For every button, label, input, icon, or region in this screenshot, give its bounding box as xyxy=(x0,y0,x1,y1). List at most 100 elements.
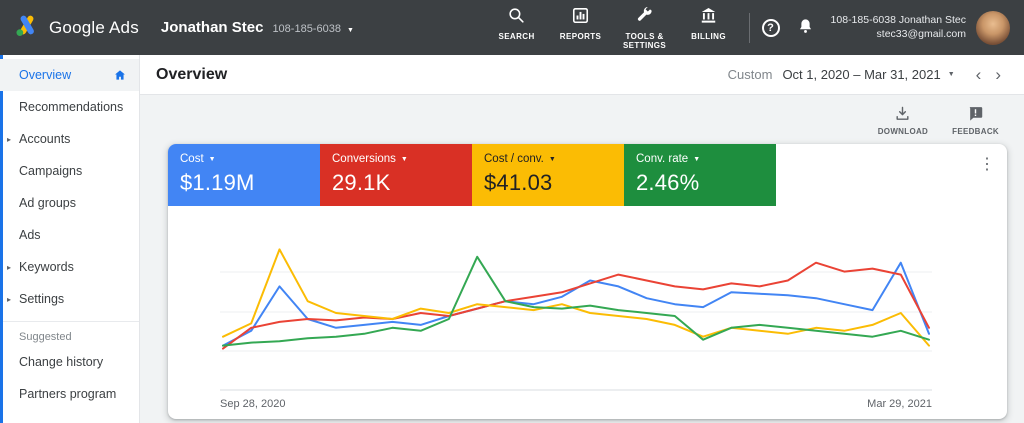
topnav: SEARCH REPORTS TOOLS & SETTINGS BILLING xyxy=(489,4,737,52)
chevron-down-icon: ▼ xyxy=(401,156,408,163)
sidebar-item-partners-program[interactable]: Partners program xyxy=(0,378,139,410)
search-label: SEARCH xyxy=(498,32,534,41)
google-ads-home-link[interactable]: Google Ads xyxy=(14,12,139,43)
scorecard-label: Cost xyxy=(180,153,204,165)
profile-email: stec33@gmail.com xyxy=(831,28,966,42)
expand-arrow-icon: ▸ xyxy=(7,263,11,272)
x-axis-start-label: Sep 28, 2020 xyxy=(220,398,285,410)
sidebar: Overview Recommendations ▸ Accounts Camp… xyxy=(0,55,140,423)
scorecard-cost[interactable]: Cost ▼ $1.19M xyxy=(168,144,320,206)
expand-arrow-icon: ▸ xyxy=(7,295,11,304)
billing-label: BILLING xyxy=(691,32,726,41)
expand-arrow-icon: ▸ xyxy=(7,135,11,144)
date-range-value: Oct 1, 2020 – Mar 31, 2021 xyxy=(782,67,940,82)
sidebar-item-settings[interactable]: ▸ Settings xyxy=(0,283,139,315)
profile-account-line: 108-185-6038 Jonathan Stec xyxy=(831,14,966,28)
main: Overview Custom Oct 1, 2020 – Mar 31, 20… xyxy=(140,55,1024,423)
download-label: DOWNLOAD xyxy=(878,127,928,136)
chevron-down-icon: ▼ xyxy=(209,156,216,163)
bell-icon xyxy=(796,24,815,39)
chevron-down-icon: ▼ xyxy=(693,156,700,163)
profile-info: 108-185-6038 Jonathan Stec stec33@gmail.… xyxy=(831,14,966,41)
chevron-down-icon: ▼ xyxy=(948,71,955,78)
sidebar-item-label: Ad groups xyxy=(19,196,76,210)
sidebar-item-keywords[interactable]: ▸ Keywords xyxy=(0,251,139,283)
x-axis-labels: Sep 28, 2020 Mar 29, 2021 xyxy=(220,398,932,410)
range-type-label: Custom xyxy=(728,67,773,82)
feedback-label: FEEDBACK xyxy=(952,127,999,136)
reports-label: REPORTS xyxy=(560,32,601,41)
scorecard-cost-per-conv[interactable]: Cost / conv. ▼ $41.03 xyxy=(472,144,624,206)
date-range-controls: Custom Oct 1, 2020 – Mar 31, 2021 ▼ ‹ › xyxy=(728,66,1008,83)
google-ads-app: Google Ads Jonathan Stec 108-185-6038 ▼ … xyxy=(0,0,1024,423)
feedback-icon xyxy=(967,105,984,124)
overview-card: Cost ▼ $1.19M Conversions ▼ 29.1K xyxy=(168,144,1007,419)
scorecard-label: Cost / conv. xyxy=(484,153,544,165)
search-button[interactable]: SEARCH xyxy=(489,4,545,43)
scorecard-label: Conversions xyxy=(332,153,396,165)
scorecard-conv-rate[interactable]: Conv. rate ▼ 2.46% xyxy=(624,144,776,206)
page-title: Overview xyxy=(156,66,227,84)
topbar-divider xyxy=(749,13,750,43)
scorecard-metric-selector[interactable]: Conv. rate ▼ xyxy=(636,153,764,165)
account-id: 108-185-6038 xyxy=(272,23,341,35)
tools-settings-label: TOOLS & SETTINGS xyxy=(617,32,673,50)
brand-name: Google Ads xyxy=(49,18,139,38)
sidebar-item-label: Accounts xyxy=(19,132,70,146)
scorecard-metric-selector[interactable]: Cost / conv. ▼ xyxy=(484,153,612,165)
date-range-picker[interactable]: Oct 1, 2020 – Mar 31, 2021 ▼ xyxy=(782,67,968,82)
sidebar-item-label: Keywords xyxy=(19,260,74,274)
feedback-button[interactable]: FEEDBACK xyxy=(952,105,999,136)
home-icon xyxy=(113,68,127,82)
card-options-kebab-icon[interactable]: ⋮ xyxy=(979,154,995,174)
page-header: Overview Custom Oct 1, 2020 – Mar 31, 20… xyxy=(140,55,1024,95)
scorecard-value: 29.1K xyxy=(332,170,460,196)
sidebar-item-recommendations[interactable]: Recommendations xyxy=(0,91,139,123)
sidebar-item-label: Recommendations xyxy=(19,100,123,114)
chart-line-conv-rate xyxy=(223,257,929,346)
tools-settings-button[interactable]: TOOLS & SETTINGS xyxy=(617,4,673,52)
sidebar-item-overview[interactable]: Overview xyxy=(0,59,139,91)
reports-icon xyxy=(571,6,590,28)
suggested-section-label: Suggested xyxy=(0,321,139,346)
scorecards-row: Cost ▼ $1.19M Conversions ▼ 29.1K xyxy=(168,144,1007,206)
chart-canvas xyxy=(220,232,932,394)
download-button[interactable]: DOWNLOAD xyxy=(878,105,928,136)
scorecard-value: $41.03 xyxy=(484,170,612,196)
scorecard-value: 2.46% xyxy=(636,170,764,196)
account-name: Jonathan Stec xyxy=(161,19,264,36)
scorecard-value: $1.19M xyxy=(180,170,308,196)
reports-button[interactable]: REPORTS xyxy=(553,4,609,43)
topbar: Google Ads Jonathan Stec 108-185-6038 ▼ … xyxy=(0,0,1024,55)
google-ads-logo-icon xyxy=(14,12,40,43)
chevron-down-icon: ▼ xyxy=(347,27,354,34)
scorecard-metric-selector[interactable]: Conversions ▼ xyxy=(332,153,460,165)
scorecard-metric-selector[interactable]: Cost ▼ xyxy=(180,153,308,165)
download-icon xyxy=(894,105,911,124)
search-icon xyxy=(507,6,526,28)
shell: Overview Recommendations ▸ Accounts Camp… xyxy=(0,55,1024,423)
chart-line-conversions xyxy=(223,263,929,349)
sidebar-item-ad-groups[interactable]: Ad groups xyxy=(0,187,139,219)
sidebar-item-accounts[interactable]: ▸ Accounts xyxy=(0,123,139,155)
next-period-button[interactable]: › xyxy=(988,66,1008,83)
scorecard-label: Conv. rate xyxy=(636,153,688,165)
scorecard-conversions[interactable]: Conversions ▼ 29.1K xyxy=(320,144,472,206)
sidebar-item-change-history[interactable]: Change history xyxy=(0,346,139,378)
sidebar-item-campaigns[interactable]: Campaigns xyxy=(0,155,139,187)
content-actions: DOWNLOAD FEEDBACK xyxy=(168,103,1007,144)
sidebar-item-ads[interactable]: Ads xyxy=(0,219,139,251)
content: DOWNLOAD FEEDBACK Cost ▼ xyxy=(140,95,1024,423)
billing-button[interactable]: BILLING xyxy=(681,4,737,43)
chevron-down-icon: ▼ xyxy=(549,156,556,163)
help-button[interactable]: ? xyxy=(762,19,780,37)
previous-period-button[interactable]: ‹ xyxy=(969,66,989,83)
avatar[interactable] xyxy=(976,11,1010,45)
sidebar-item-label: Overview xyxy=(19,68,71,82)
notifications-button[interactable] xyxy=(796,17,815,39)
timeseries-chart: Sep 28, 2020 Mar 29, 2021 xyxy=(220,232,932,410)
account-switcher[interactable]: Jonathan Stec 108-185-6038 ▼ xyxy=(161,19,354,36)
wrench-icon xyxy=(635,6,654,28)
sidebar-item-label: Campaigns xyxy=(19,164,82,178)
sidebar-item-label: Ads xyxy=(19,228,41,242)
